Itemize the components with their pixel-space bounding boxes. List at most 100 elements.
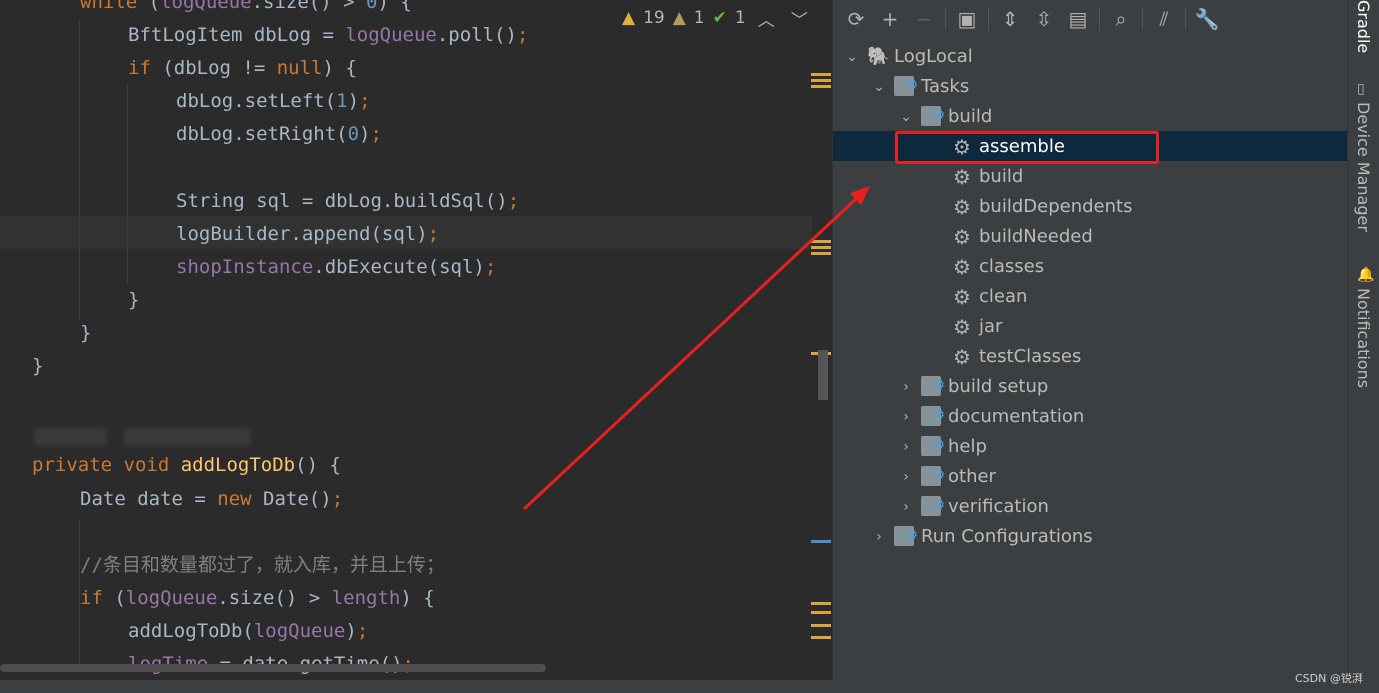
code-line[interactable]: dbLog.setRight(0);: [176, 118, 382, 151]
task-label: buildNeeded: [979, 226, 1093, 247]
highlight-annotation-box: [895, 131, 1159, 164]
error-stripe[interactable]: [810, 0, 832, 693]
collapse-all-icon[interactable]: ⇳: [1029, 4, 1059, 34]
task-label: classes: [979, 256, 1045, 277]
toggle-offline-icon[interactable]: ⫽: [1149, 4, 1179, 34]
add-icon[interactable]: +: [875, 4, 905, 34]
group-help[interactable]: › help: [899, 431, 987, 462]
tree-label: help: [948, 436, 987, 457]
typo-check-icon: ✔: [712, 8, 727, 28]
tree-node-tasks[interactable]: ⌄ Tasks: [872, 71, 969, 102]
task-folder-icon: [921, 491, 945, 521]
device-manager-icon: ▯: [1357, 81, 1365, 97]
warning-count: 19: [643, 8, 665, 28]
previous-highlight-icon[interactable]: ︿: [754, 6, 779, 31]
task-folder-icon: [921, 431, 945, 461]
task-testclasses[interactable]: ⚙ testClasses: [952, 342, 1081, 372]
code-line[interactable]: if (dbLog != null) {: [128, 52, 357, 85]
blurred-annotation: [124, 428, 250, 446]
code-editor[interactable]: while (logQueue.size() > 0) {BftLogItem …: [0, 0, 832, 693]
tree-root-loglocal[interactable]: ⌄ 🐘 LogLocal: [845, 42, 973, 72]
blurred-annotation: [34, 428, 106, 446]
chevron-down-icon[interactable]: ⌄: [872, 72, 886, 102]
task-folder-icon: [921, 461, 945, 491]
code-line[interactable]: Date date = new Date();: [80, 483, 343, 516]
weak-warning-icon: ▲: [672, 8, 686, 28]
code-line[interactable]: }: [128, 284, 139, 317]
status-bar-edge: [0, 680, 1379, 693]
tree-label: build setup: [948, 376, 1049, 397]
task-folder-icon: [894, 521, 918, 551]
gear-icon: ⚙: [953, 255, 971, 279]
notifications-bell-icon: 🔔: [1357, 267, 1375, 283]
chevron-right-icon[interactable]: ›: [899, 372, 913, 402]
gradle-tool-window: ⟳ + − ▣ ⇕ ⇳ ▤ ⌕ ⫽ 🔧 ⌄ 🐘 LogLocal ⌄ Tasks…: [832, 0, 1348, 680]
task-build[interactable]: ⚙ build: [952, 162, 1023, 192]
code-line[interactable]: shopInstance.dbExecute(sql);: [176, 251, 496, 284]
task-builddependents[interactable]: ⚙ buildDependents: [952, 192, 1132, 222]
expand-all-icon[interactable]: ⇕: [995, 4, 1025, 34]
task-folder-icon: [921, 371, 945, 401]
code-line[interactable]: BftLogItem dbLog = logQueue.poll();: [128, 19, 528, 52]
weak-warning-count: 1: [693, 8, 705, 28]
chevron-right-icon[interactable]: ›: [899, 432, 913, 462]
code-line[interactable]: dbLog.setLeft(1);: [176, 85, 371, 118]
group-documentation[interactable]: › documentation: [899, 401, 1084, 432]
gradle-tab[interactable]: Gradle: [1354, 0, 1373, 53]
notifications-tab[interactable]: Notifications: [1354, 288, 1373, 388]
task-label: jar: [979, 316, 1003, 337]
tree-node-build-group[interactable]: ⌄ build: [899, 101, 993, 132]
task-label: build: [979, 166, 1024, 187]
chevron-right-icon[interactable]: ›: [899, 462, 913, 492]
gear-icon: ⚙: [953, 225, 971, 249]
device-manager-tab[interactable]: Device Manager: [1354, 102, 1373, 232]
group-modules-icon[interactable]: ▤: [1063, 4, 1093, 34]
build-settings-icon[interactable]: 🔧: [1192, 4, 1222, 34]
task-classes[interactable]: ⚙ classes: [952, 252, 1044, 282]
code-line[interactable]: }: [32, 350, 43, 383]
gradle-elephant-icon: 🐘: [867, 46, 890, 67]
next-highlight-icon[interactable]: ﹀: [787, 6, 812, 31]
remove-icon[interactable]: −: [909, 4, 939, 34]
tree-label: verification: [948, 496, 1049, 517]
gear-icon: ⚙: [953, 315, 971, 339]
task-label: testClasses: [979, 346, 1082, 367]
task-jar[interactable]: ⚙ jar: [952, 312, 1002, 342]
task-clean[interactable]: ⚙ clean: [952, 282, 1027, 312]
code-line[interactable]: while (logQueue.size() > 0) {: [80, 0, 412, 19]
gradle-toolbar: ⟳ + − ▣ ⇕ ⇳ ▤ ⌕ ⫽ 🔧: [833, 0, 1348, 38]
horizontal-scrollbar[interactable]: [0, 664, 546, 672]
indent-guide: [127, 84, 128, 284]
code-line[interactable]: addLogToDb(logQueue);: [128, 615, 368, 648]
chevron-right-icon[interactable]: ›: [899, 402, 913, 432]
tree-label: LogLocal: [894, 46, 973, 67]
tree-label: build: [948, 106, 993, 127]
code-line[interactable]: private void addLogToDb() {: [32, 449, 341, 482]
reload-icon[interactable]: ⟳: [841, 4, 871, 34]
chevron-down-icon[interactable]: ⌄: [899, 102, 913, 132]
group-other[interactable]: › other: [899, 461, 996, 492]
code-line[interactable]: //条目和数量都过了，就入库，并且上传；: [80, 549, 445, 582]
group-build-setup[interactable]: › build setup: [899, 371, 1049, 402]
execute-task-icon[interactable]: ▣: [952, 4, 982, 34]
gear-icon: ⚙: [953, 195, 971, 219]
inspection-widget[interactable]: ▲ 19 ▲ 1 ✔ 1 ︿ ﹀: [622, 6, 812, 31]
tree-label: Run Configurations: [921, 526, 1093, 547]
code-line[interactable]: String sql = dbLog.buildSql();: [176, 185, 519, 218]
chevron-down-icon[interactable]: ⌄: [845, 42, 859, 72]
chevron-right-icon[interactable]: ›: [899, 492, 913, 522]
analyze-dependencies-icon[interactable]: ⌕: [1106, 4, 1136, 34]
task-label: clean: [979, 286, 1028, 307]
chevron-right-icon[interactable]: ›: [872, 522, 886, 552]
task-folder-icon: [894, 71, 918, 101]
tree-node-run-configurations[interactable]: › Run Configurations: [872, 521, 1093, 552]
gear-icon: ⚙: [953, 165, 971, 189]
vertical-scrollbar-thumb[interactable]: [818, 350, 828, 400]
right-tool-strip: Gradle ▯ Device Manager 🔔 Notifications: [1347, 0, 1379, 680]
code-line[interactable]: }: [80, 317, 91, 350]
group-verification[interactable]: › verification: [899, 491, 1049, 522]
code-line[interactable]: logBuilder.append(sql);: [176, 218, 439, 251]
task-label: buildDependents: [979, 196, 1133, 217]
code-line[interactable]: if (logQueue.size() > length) {: [80, 582, 435, 615]
task-buildneeded[interactable]: ⚙ buildNeeded: [952, 222, 1093, 252]
